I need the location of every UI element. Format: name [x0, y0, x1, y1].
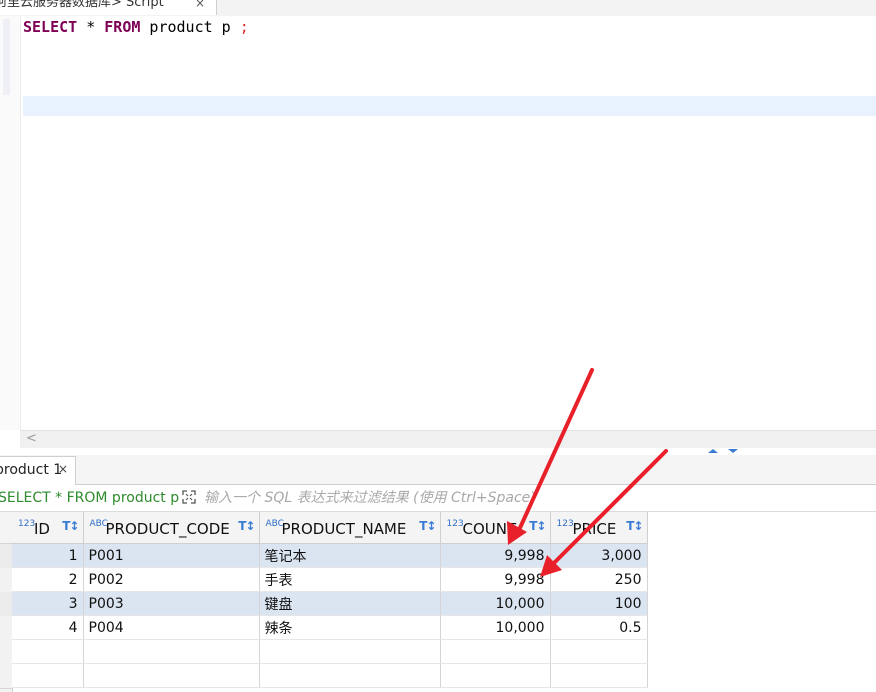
current-line-highlight [23, 96, 876, 116]
empty-cell [440, 663, 551, 688]
editor-tab-strip: 阿里云服务器数据库> Script × [0, 0, 876, 17]
result-table: 123 ID T↕ ABC PRODUCT_CODE T↕ ABC PRODUC… [12, 512, 648, 688]
cell-price[interactable]: 100 [550, 591, 648, 616]
filter-expression-input[interactable] [204, 489, 864, 507]
cell-id[interactable]: 3 [12, 591, 84, 616]
panel-collapse-icon[interactable] [706, 447, 740, 455]
column-filter-icon[interactable]: T↕ [238, 519, 255, 533]
grid-corner[interactable] [0, 512, 12, 544]
cell-product-name[interactable]: 手表 [259, 567, 441, 592]
empty-cell [83, 663, 260, 688]
empty-cell [259, 639, 441, 664]
editor-tab-script[interactable]: 阿里云服务器数据库> Script × [0, 0, 217, 15]
column-header-label: COUNT [462, 520, 517, 538]
result-grid: 123 ID T↕ ABC PRODUCT_CODE T↕ ABC PRODUC… [0, 512, 876, 692]
column-filter-icon[interactable]: T↕ [419, 519, 436, 533]
results-tab-strip: product 1 × [0, 455, 876, 485]
column-header-count[interactable]: 123 COUNT T↕ [440, 512, 551, 544]
column-header-product-name[interactable]: ABC PRODUCT_NAME T↕ [259, 512, 441, 544]
column-filter-icon[interactable]: T↕ [62, 519, 79, 533]
empty-cell [550, 663, 648, 688]
cell-price[interactable]: 3,000 [550, 543, 648, 568]
numeric-type-icon: 123 [18, 519, 36, 529]
close-icon[interactable]: × [58, 462, 68, 476]
results-tab-label: product 1 [0, 462, 63, 478]
editor-horizontal-scrollbar[interactable]: < [20, 430, 876, 448]
empty-cell [550, 639, 648, 664]
table-row[interactable]: 2 P002 手表 9,998 250 [12, 567, 648, 592]
row-header[interactable] [0, 544, 12, 569]
row-header[interactable] [0, 568, 12, 593]
empty-row [12, 663, 648, 688]
column-header-label: PRODUCT_CODE [105, 520, 230, 538]
table-row[interactable]: 3 P003 键盘 10,000 100 [12, 591, 648, 616]
sql-semicolon: ; [239, 18, 249, 36]
header-row: 123 ID T↕ ABC PRODUCT_CODE T↕ ABC PRODUC… [12, 512, 648, 544]
editor-gutter [0, 16, 21, 430]
editor-tab-label: 阿里云服务器数据库> Script [0, 0, 164, 10]
empty-cell [12, 639, 84, 664]
gutter-statement-marker [3, 19, 10, 95]
empty-row [12, 639, 648, 664]
row-header [0, 664, 12, 689]
sql-text: product p [140, 18, 240, 36]
column-filter-icon[interactable]: T↕ [529, 519, 546, 533]
cell-product-name[interactable]: 笔记本 [259, 543, 441, 568]
results-tab[interactable]: product 1 × [0, 456, 76, 485]
sql-keyword-from: FROM [104, 18, 141, 36]
empty-cell [440, 639, 551, 664]
column-header-id[interactable]: 123 ID T↕ [12, 512, 84, 544]
table-row[interactable]: 1 P001 笔记本 9,998 3,000 [12, 543, 648, 568]
cell-product-code[interactable]: P001 [83, 543, 260, 568]
empty-cell [12, 663, 84, 688]
filter-query-label: SELECT * FROM product p [0, 490, 180, 506]
empty-cell [259, 663, 441, 688]
cell-price[interactable]: 0.5 [550, 615, 648, 640]
cell-id[interactable]: 1 [12, 543, 84, 568]
cell-product-name[interactable]: 辣条 [259, 615, 441, 640]
cell-count[interactable]: 9,998 [440, 543, 551, 568]
cell-id[interactable]: 4 [12, 615, 84, 640]
cell-id[interactable]: 2 [12, 567, 84, 592]
cell-count[interactable]: 10,000 [440, 591, 551, 616]
cell-count[interactable]: 10,000 [440, 615, 551, 640]
cell-price[interactable]: 250 [550, 567, 648, 592]
column-header-label: PRODUCT_NAME [281, 520, 407, 538]
cell-product-code[interactable]: P004 [83, 615, 260, 640]
column-header-price[interactable]: 123 PRICE T↕ [550, 512, 648, 544]
close-icon[interactable]: × [195, 0, 205, 12]
cell-product-code[interactable]: P002 [83, 567, 260, 592]
table-row[interactable]: 4 P004 辣条 10,000 0.5 [12, 615, 648, 640]
numeric-type-icon: 123 [446, 519, 464, 529]
sql-statement-line[interactable]: SELECT * FROM product p ; [23, 17, 249, 37]
sql-text: * [77, 18, 105, 36]
column-header-label: PRICE [572, 520, 617, 538]
scroll-left-arrow-icon[interactable]: < [26, 431, 37, 447]
sql-editor[interactable]: SELECT * FROM product p ; [0, 16, 876, 430]
column-filter-icon[interactable]: T↕ [626, 519, 643, 533]
cell-product-name[interactable]: 键盘 [259, 591, 441, 616]
column-header-product-code[interactable]: ABC PRODUCT_CODE T↕ [83, 512, 260, 544]
row-header[interactable] [0, 616, 12, 641]
expand-filter-icon[interactable] [182, 490, 196, 504]
result-filter-bar: SELECT * FROM product p [0, 485, 876, 512]
cell-count[interactable]: 9,998 [440, 567, 551, 592]
numeric-type-icon: 123 [556, 519, 574, 529]
sql-keyword-select: SELECT [23, 18, 78, 36]
empty-cell [83, 639, 260, 664]
cell-product-code[interactable]: P003 [83, 591, 260, 616]
column-header-label: ID [34, 520, 50, 538]
row-header [0, 640, 12, 665]
row-header[interactable] [0, 592, 12, 617]
